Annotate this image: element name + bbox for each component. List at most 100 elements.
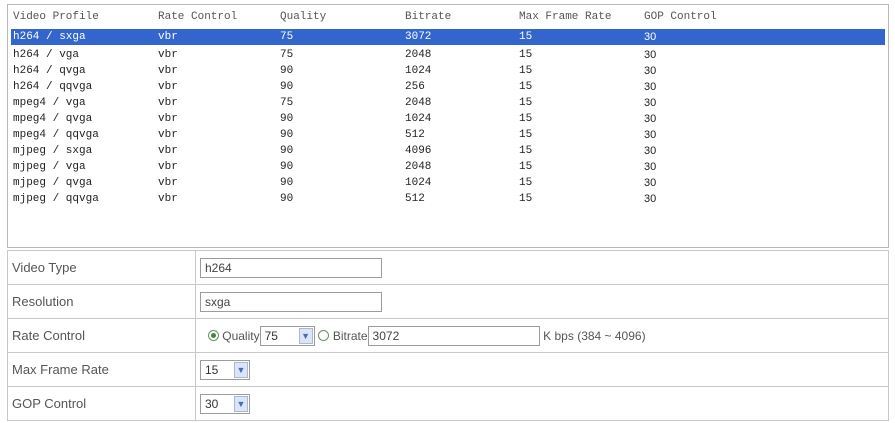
- column-header: Quality: [280, 11, 327, 23]
- profile-cell: 15: [519, 177, 533, 189]
- chevron-down-icon[interactable]: ▼: [298, 327, 313, 344]
- column-header: GOP Control: [644, 11, 717, 23]
- profile-cell: 15: [519, 97, 533, 109]
- profile-cell: 3072: [405, 31, 432, 43]
- profile-cell: 2048: [405, 49, 432, 61]
- profile-row[interactable]: mjpeg / qvga vbr 90 1024 15 30: [8, 175, 888, 191]
- profile-cell: vbr: [158, 129, 178, 141]
- profile-cell: 90: [280, 145, 294, 157]
- quality-radio[interactable]: [207, 330, 219, 341]
- profile-cell: 30: [644, 177, 657, 189]
- profile-cell: vbr: [158, 145, 178, 157]
- profile-cell: 30: [644, 49, 657, 61]
- profile-cell: 15: [519, 193, 533, 205]
- profile-cell: 30: [644, 113, 657, 125]
- profile-cell: 30: [644, 81, 657, 93]
- profile-cell: vbr: [158, 49, 178, 61]
- profile-cell: mpeg4 / qvga: [13, 113, 93, 125]
- max-frame-rate-select[interactable]: 15 ▼: [200, 359, 250, 380]
- quality-select[interactable]: 75 ▼: [259, 325, 315, 346]
- profile-cell: 75: [280, 31, 294, 43]
- video-profile-list: Video Profile Rate Control Quality Bitra…: [7, 4, 889, 248]
- profile-cell: 90: [280, 113, 294, 125]
- profile-cell: 512: [405, 193, 425, 205]
- column-header: Max Frame Rate: [519, 11, 612, 23]
- profile-cell: h264 / sxga: [13, 31, 86, 43]
- gop-control-value: 30: [205, 396, 219, 411]
- profile-cell: mjpeg / sxga: [13, 145, 93, 157]
- profile-cell: 15: [519, 145, 533, 157]
- profile-cell: 90: [280, 177, 294, 189]
- profile-cell: 90: [280, 129, 294, 141]
- profile-cell: 15: [519, 31, 533, 43]
- profile-cell: 90: [280, 161, 294, 173]
- profile-cell: vbr: [158, 81, 178, 93]
- profile-list-header: Video Profile Rate Control Quality Bitra…: [8, 5, 888, 29]
- profile-cell: 512: [405, 129, 425, 141]
- bitrate-range-hint: K bps (384 ~ 4096): [543, 328, 646, 343]
- profile-row[interactable]: mpeg4 / vga vbr 75 2048 15 30: [8, 95, 888, 111]
- column-header: Bitrate: [405, 11, 452, 23]
- profile-row[interactable]: mpeg4 / qvga vbr 90 1024 15 30: [8, 111, 888, 127]
- profile-cell: 1024: [405, 65, 432, 77]
- bitrate-radio[interactable]: [318, 330, 330, 341]
- bitrate-radio-label: Bitrate: [332, 328, 368, 343]
- profile-cell: mpeg4 / vga: [13, 97, 86, 109]
- profile-cell: mjpeg / qqvga: [13, 193, 99, 205]
- profile-row[interactable]: h264 / qqvga vbr 90 256 15 30: [8, 79, 888, 95]
- gop-control-label: GOP Control: [7, 386, 196, 421]
- profile-cell: 30: [644, 65, 657, 77]
- resolution-field[interactable]: sxga: [200, 291, 382, 312]
- profile-cell: vbr: [158, 65, 178, 77]
- profile-cell: 30: [644, 161, 657, 173]
- profile-cell: 1024: [405, 113, 432, 125]
- chevron-down-icon[interactable]: ▼: [234, 361, 248, 378]
- profile-cell: vbr: [158, 31, 178, 43]
- resolution-label: Resolution: [7, 284, 196, 319]
- gop-control-select[interactable]: 30 ▼: [200, 393, 250, 414]
- profile-cell: 15: [519, 65, 533, 77]
- profile-cell: 75: [280, 97, 294, 109]
- column-header: Video Profile: [13, 11, 99, 23]
- profile-cell: 30: [644, 193, 657, 205]
- profile-row[interactable]: h264 / sxga vbr 75 3072 15 30: [11, 29, 885, 45]
- profile-row[interactable]: mpeg4 / qqvga vbr 90 512 15 30: [8, 127, 888, 143]
- profile-cell: mjpeg / qvga: [13, 177, 93, 189]
- profile-cell: vbr: [158, 193, 178, 205]
- profile-cell: vbr: [158, 177, 178, 189]
- bitrate-field[interactable]: 3072: [367, 325, 540, 346]
- profile-settings-form: Video Type h264 Resolution sxga Rate Con…: [7, 250, 889, 421]
- profile-row[interactable]: h264 / vga vbr 75 2048 15 30: [8, 47, 888, 63]
- profile-cell: 90: [280, 193, 294, 205]
- profile-cell: mjpeg / vga: [13, 161, 86, 173]
- profile-cell: 30: [644, 97, 657, 109]
- profile-cell: vbr: [158, 161, 178, 173]
- profile-cell: h264 / vga: [13, 49, 80, 61]
- column-header: Rate Control: [158, 11, 238, 23]
- profile-cell: 15: [519, 49, 533, 61]
- profile-row[interactable]: mjpeg / sxga vbr 90 4096 15 30: [8, 143, 888, 159]
- profile-cell: 4096: [405, 145, 432, 157]
- video-type-label: Video Type: [7, 250, 196, 285]
- profile-cell: 15: [519, 81, 533, 93]
- profile-cell: h264 / qqvga: [13, 81, 93, 93]
- max-frame-rate-value: 15: [205, 362, 219, 377]
- profile-cell: 30: [644, 145, 657, 157]
- profile-cell: 15: [519, 129, 533, 141]
- quality-select-value: 75: [264, 328, 278, 343]
- video-type-field[interactable]: h264: [200, 257, 382, 278]
- profile-cell: 15: [519, 161, 533, 173]
- rate-control-label: Rate Control: [7, 318, 196, 353]
- profile-row[interactable]: mjpeg / qqvga vbr 90 512 15 30: [8, 191, 888, 207]
- profile-cell: 75: [280, 49, 294, 61]
- chevron-down-icon[interactable]: ▼: [234, 395, 248, 412]
- profile-row[interactable]: mjpeg / vga vbr 90 2048 15 30: [8, 159, 888, 175]
- profile-cell: 90: [280, 81, 294, 93]
- quality-radio-label: Quality: [222, 328, 260, 343]
- profile-row[interactable]: h264 / qvga vbr 90 1024 15 30: [8, 63, 888, 79]
- profile-cell: 30: [644, 31, 657, 43]
- profile-cell: vbr: [158, 113, 178, 125]
- profile-cell: h264 / qvga: [13, 65, 86, 77]
- profile-cell: 2048: [405, 161, 432, 173]
- profile-cell: 15: [519, 113, 533, 125]
